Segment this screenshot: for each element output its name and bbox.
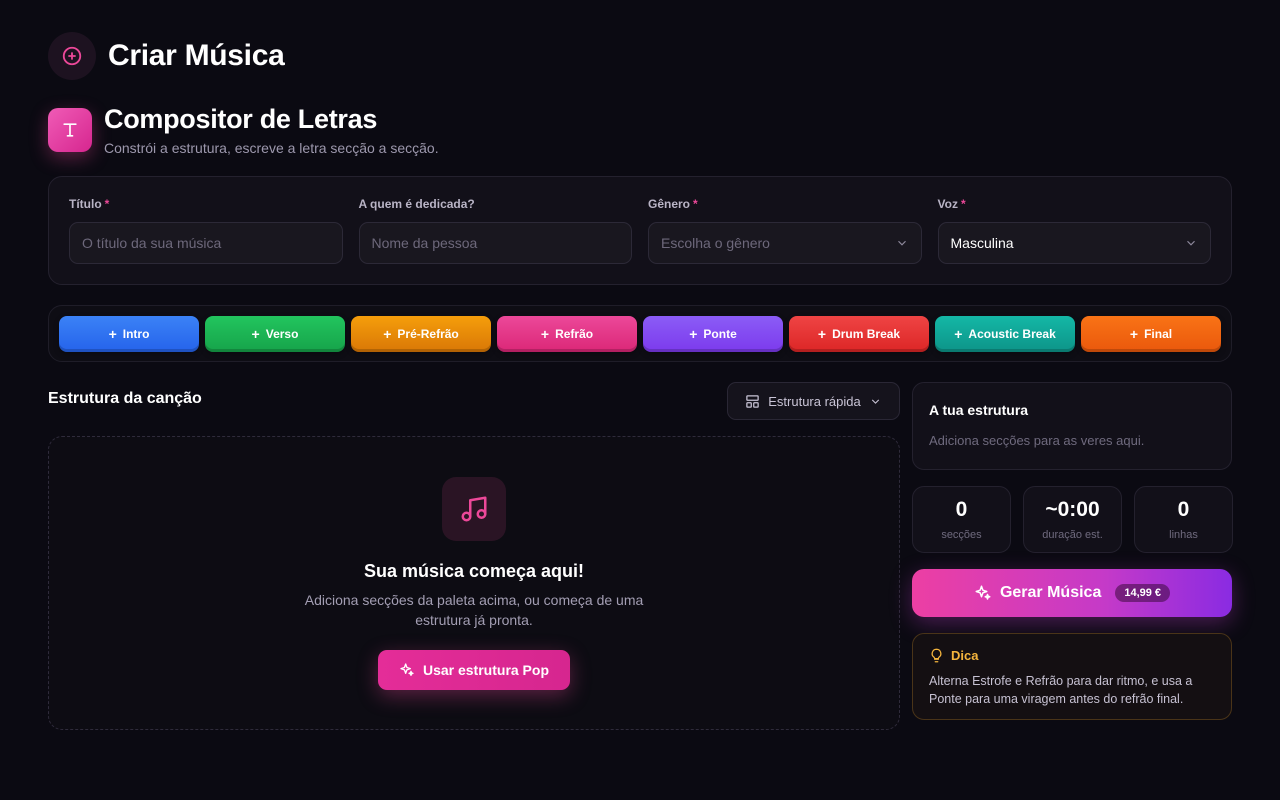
page-title: Criar Música: [108, 39, 285, 72]
stat-duration: ~0:00 duração est.: [1023, 486, 1122, 553]
music-note-icon: [442, 477, 506, 541]
required-marker: *: [960, 197, 966, 211]
text-t-icon: [48, 108, 92, 152]
stat-sections: 0 secções: [912, 486, 1011, 553]
stat-label: secções: [941, 529, 982, 541]
title-label: Título: [69, 197, 102, 211]
stat-value: 0: [1177, 498, 1190, 521]
plus-icon: +: [689, 326, 698, 342]
title-input-box[interactable]: [69, 222, 343, 264]
page-header: Criar Música: [48, 32, 285, 80]
plus-icon: +: [383, 326, 392, 342]
use-pop-structure-label: Usar estrutura Pop: [422, 662, 550, 678]
palette-button-label: Final: [1144, 327, 1173, 341]
plus-icon: +: [1129, 326, 1139, 342]
palette-button-label: Acoustic Break: [968, 327, 1056, 341]
composer-title: Compositor de Letras: [104, 104, 378, 134]
plus-icon: +: [817, 326, 827, 342]
genre-label: Gênero: [648, 197, 691, 211]
your-structure-title: A tua estrutura: [929, 402, 1029, 418]
genre-select[interactable]: Escolha o gênero: [648, 222, 922, 264]
dedication-field: A quem é dedicada?: [358, 197, 632, 284]
plus-icon: +: [108, 326, 117, 342]
chevron-down-icon: [897, 240, 906, 246]
plus-icon: +: [251, 326, 260, 342]
palette-button-label: Ponte: [703, 327, 737, 341]
add-section-refr-o-button[interactable]: + Refrão: [497, 316, 637, 352]
sparkles-icon: [975, 585, 991, 600]
quick-structure-label: Estrutura rápida: [768, 393, 861, 409]
palette-button-label: Intro: [122, 327, 150, 341]
add-section-acoustic-break-button[interactable]: + Acoustic Break: [935, 316, 1075, 352]
add-section-intro-button[interactable]: + Intro: [59, 316, 199, 352]
composer-subtitle: Constrói a estrutura, escreve a letra se…: [104, 140, 439, 156]
add-section-drum-break-button[interactable]: + Drum Break: [789, 316, 929, 352]
chevron-down-icon: [1187, 240, 1195, 246]
required-marker: *: [693, 197, 698, 211]
structure-title: Estrutura da canção: [48, 390, 202, 407]
stat-value: 0: [955, 498, 968, 521]
add-section-ponte-button[interactable]: + Ponte: [643, 316, 783, 352]
empty-state-description: Adiciona secções da paleta acima, ou com…: [304, 592, 644, 628]
layout-icon: [746, 394, 759, 408]
title-field: Título *: [69, 197, 343, 284]
voice-label: Voz: [937, 197, 958, 211]
plus-icon: +: [540, 326, 550, 342]
dedication-input[interactable]: [371, 235, 619, 251]
lightbulb-icon: [931, 648, 942, 663]
add-section-pr-refr-o-button[interactable]: + Pré-Refrão: [351, 316, 491, 352]
section-palette: + Intro + Verso + Pré-Refrão + Refrão + Ponte + Dru…: [48, 305, 1232, 362]
voice-select[interactable]: Masculina: [937, 222, 1211, 264]
composer-heading: Compositor de Letras Constrói a estrutur…: [48, 104, 439, 156]
song-details-form: Título* A quem é dedicada? Gênero* Escol…: [48, 176, 1232, 285]
voice-value: Masculina: [950, 235, 1014, 251]
palette-button-label: Refrão: [555, 327, 594, 341]
sparkles-icon: [400, 663, 414, 676]
title-input[interactable]: [82, 235, 330, 251]
dedication-label: A quem é dedicada?: [358, 197, 475, 211]
stat-value: ~0:00: [1045, 498, 1100, 521]
price-badge: 14,99 €: [1115, 584, 1171, 602]
generate-music-button[interactable]: Gerar Música 14,99 €: [912, 569, 1232, 617]
voice-field: Voz * Masculina: [937, 197, 1211, 284]
plus-icon: +: [954, 326, 963, 342]
stat-label: duração est.: [1042, 529, 1103, 541]
chevron-down-icon: [871, 398, 879, 404]
tip-panel: Dica Alterna Estrofe e Refrão para dar r…: [912, 633, 1232, 720]
use-pop-structure-button[interactable]: Usar estrutura Pop: [378, 650, 570, 690]
generate-music-label: Gerar Música: [999, 584, 1102, 601]
genre-placeholder: Escolha o gênero: [661, 235, 770, 251]
tip-text: Alterna Estrofe e Refrão para dar ritmo,…: [929, 674, 1193, 706]
palette-button-label: Pré-Refrão: [397, 327, 459, 341]
stats-row: 0 secções ~0:00 duração est. 0 linhas: [912, 486, 1233, 553]
palette-button-label: Verso: [265, 327, 299, 341]
dedication-input-box[interactable]: [358, 222, 632, 264]
genre-field: Gênero * Escolha o gênero: [648, 197, 922, 284]
stat-label: linhas: [1169, 529, 1198, 541]
add-section-verso-button[interactable]: + Verso: [205, 316, 345, 352]
your-structure-description: Adiciona secções para as veres aqui.: [929, 433, 1145, 448]
structure-dropzone[interactable]: Sua música começa aqui! Adiciona secções…: [48, 436, 900, 730]
palette-button-label: Drum Break: [832, 327, 901, 341]
required-marker: *: [104, 197, 110, 211]
quick-structure-button[interactable]: Estrutura rápida: [727, 382, 900, 420]
your-structure-panel: A tua estrutura Adiciona secções para as…: [912, 382, 1232, 470]
tip-title: Dica: [951, 648, 979, 663]
add-section-final-button[interactable]: + Final: [1081, 316, 1221, 352]
empty-state-title: Sua música começa aqui!: [363, 561, 585, 581]
stat-lines: 0 linhas: [1134, 486, 1233, 553]
plus-circle-icon: [48, 32, 96, 80]
